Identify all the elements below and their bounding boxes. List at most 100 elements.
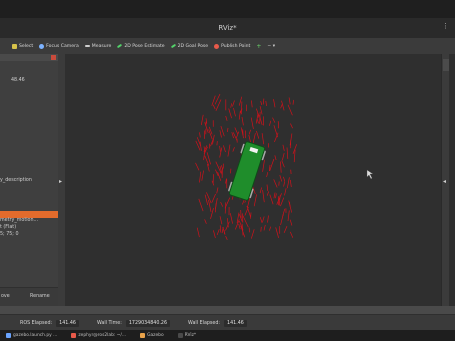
rename-button[interactable]: Rename <box>30 294 50 299</box>
selected-display-row[interactable] <box>0 211 58 218</box>
particle-arrow <box>227 127 229 132</box>
particle-arrow <box>233 107 236 117</box>
displays-panel: 48.46 y_description metry_motion... t (F… <box>0 54 59 306</box>
particle-arrow <box>222 226 226 235</box>
particle-arrow <box>287 104 293 116</box>
menu-dots-icon[interactable]: ⋮ <box>442 22 449 30</box>
particle-arrow <box>292 99 294 105</box>
wall-elapsed: Wall Elapsed: 141.46 <box>188 319 247 327</box>
particle-arrow <box>248 129 252 135</box>
terminal-icon <box>71 333 77 338</box>
tool-measure[interactable]: Measure <box>84 43 112 49</box>
particle-arrow <box>266 191 270 196</box>
particle-arrow <box>199 141 202 151</box>
remove-button[interactable]: ove <box>1 294 10 299</box>
particle-arrow <box>225 235 228 240</box>
particle-arrow <box>284 188 287 196</box>
particle-arrow <box>253 194 257 207</box>
particle-arrow <box>279 174 283 182</box>
robot <box>228 141 266 201</box>
particle-arrow <box>274 132 279 143</box>
particle-arrow <box>199 132 201 138</box>
tool-select[interactable]: Select <box>12 43 33 49</box>
measure-icon <box>84 45 90 47</box>
taskbar-item-rviz[interactable]: RViz* <box>177 333 197 338</box>
particle-arrow <box>262 216 265 223</box>
particle-arrow <box>260 226 262 232</box>
particle-arrow <box>200 114 204 126</box>
particle-arrow <box>195 162 200 171</box>
particle-arrow <box>280 213 284 225</box>
tool-focus-camera[interactable]: Focus Camera <box>39 43 79 49</box>
taskbar-item-label: gazebo.launch.py ... <box>13 333 58 338</box>
particle-arrow <box>263 224 266 231</box>
tool-options-menu[interactable]: − ▾ <box>267 44 275 49</box>
particle-arrow <box>201 170 204 181</box>
close-icon[interactable] <box>51 55 56 60</box>
particle-arrow <box>293 149 296 163</box>
particle-arrow <box>232 147 235 152</box>
tool-2d-goal-pose-label: 2D Goal Pose <box>177 43 209 49</box>
particle-arrow <box>289 179 292 187</box>
particle-arrow <box>250 212 252 219</box>
particle-arrow <box>275 193 277 199</box>
particle-arrow <box>288 97 291 105</box>
displays-panel-header <box>0 54 58 61</box>
ros-elapsed-value: 141.46 <box>56 319 79 327</box>
particle-arrow <box>259 187 262 194</box>
particle-arrow <box>287 210 290 222</box>
particle-arrow <box>250 117 254 129</box>
window-title: RViz* <box>218 24 237 32</box>
particle-arrow <box>240 101 243 115</box>
particle-arrow <box>266 184 269 191</box>
rviz-toolbar: Select Focus Camera Measure 2D Pose Esti… <box>0 38 455 55</box>
particle-arrow <box>234 127 239 135</box>
particle-arrow <box>265 100 267 107</box>
desktop-top-bar <box>0 0 455 18</box>
particle-arrow <box>269 120 272 126</box>
pose-estimate-icon <box>117 43 123 49</box>
taskbar-item-label: RViz* <box>184 333 197 338</box>
particle-arrow <box>238 96 243 106</box>
particle-arrow <box>262 98 265 105</box>
wall-time: Wall Time: 1729034840.26 <box>96 319 171 327</box>
particle-arrow <box>248 134 251 142</box>
particle-arrow <box>273 192 276 199</box>
robot-body <box>228 141 266 201</box>
particle-arrow <box>220 125 225 137</box>
particle-arrow <box>246 205 251 218</box>
taskbar-item-gazebo-launch[interactable]: gazebo.launch.py ... <box>6 333 57 338</box>
mouse-cursor-icon <box>366 169 374 180</box>
taskbar-item-gazebo[interactable]: Gazebo <box>140 333 164 338</box>
particle-arrow <box>242 215 249 228</box>
particle-arrow <box>289 201 291 207</box>
particle-arrow <box>277 121 280 129</box>
time-panel-separator <box>0 306 455 314</box>
particle-arrow <box>204 219 207 224</box>
publish-point-icon <box>214 43 220 49</box>
chevron-right-icon: ▸ <box>59 178 63 185</box>
particle-arrow <box>248 227 251 233</box>
particle-arrow <box>280 197 285 207</box>
particle-arrow <box>199 171 202 183</box>
particle-arrow <box>196 227 200 238</box>
tool-2d-goal-pose[interactable]: 2D Goal Pose <box>170 43 209 49</box>
particle-arrow <box>252 133 256 145</box>
tool-2d-pose-estimate[interactable]: 2D Pose Estimate <box>117 43 165 49</box>
particle-arrow <box>267 215 269 223</box>
ros-elapsed: ROS Elapsed: 141.46 <box>20 319 79 327</box>
wall-time-value: 1729034840.26 <box>125 319 171 327</box>
particle-arrow <box>211 193 216 203</box>
particle-arrow <box>215 198 218 209</box>
particle-arrow <box>283 176 286 182</box>
wall-elapsed-value: 141.46 <box>224 319 247 327</box>
particle-arrow <box>266 172 269 177</box>
tool-publish-point[interactable]: Publish Point <box>214 43 250 49</box>
particle-arrow <box>272 117 276 123</box>
particle-arrow <box>224 202 227 214</box>
add-tool-button[interactable]: + <box>256 43 261 50</box>
taskbar-item-terminal[interactable]: zephyr@ros2lab: ~/... <box>71 333 126 338</box>
3d-viewport[interactable] <box>65 54 441 306</box>
wall-time-label: Wall Time: <box>96 320 122 326</box>
tool-measure-label: Measure <box>91 43 112 49</box>
